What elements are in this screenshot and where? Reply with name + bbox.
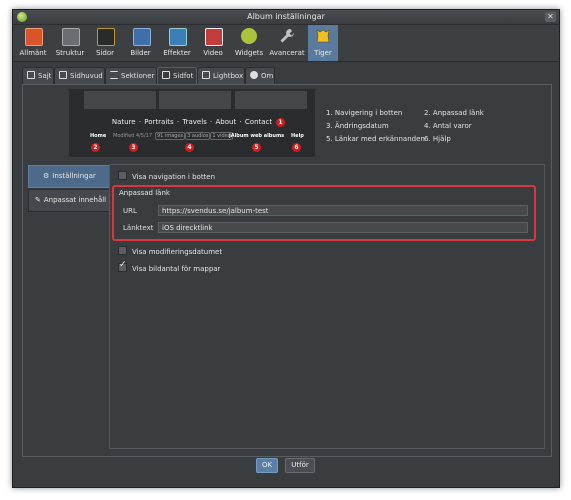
category-toolbar: Allmänt Struktur Sidor Bilder Effekter V… — [13, 25, 559, 62]
badge-4: 4 — [185, 143, 194, 152]
badge-5: 5 — [252, 143, 261, 152]
close-button[interactable]: ✕ — [545, 12, 556, 22]
url-label: URL — [123, 207, 137, 215]
structure-icon — [62, 28, 80, 46]
show-nav-checkbox[interactable]: Visa navigation i botten — [118, 171, 215, 181]
pages-icon — [97, 28, 115, 46]
images-icon — [132, 28, 151, 46]
close-icon: ✕ — [547, 12, 554, 21]
legend-item: 6. Hjälp — [424, 135, 451, 143]
toolbar-item-widgets[interactable]: Widgets — [231, 25, 267, 61]
badge-1: 1 — [276, 118, 285, 127]
legend-item: 3. Ändringsdatum — [326, 122, 389, 130]
tab-sektioner[interactable]: Sektioner — [105, 67, 157, 85]
video-icon — [205, 28, 223, 46]
tab-om[interactable]: Om — [245, 67, 275, 85]
tab-sidfot[interactable]: Sidfot — [157, 67, 197, 85]
gear-icon: ⚙ — [43, 172, 50, 180]
footer-icon — [162, 71, 170, 79]
toolbar-item-video[interactable]: Video — [198, 25, 228, 61]
lightbox-icon — [202, 71, 210, 79]
general-icon — [25, 28, 43, 46]
preview-block — [159, 91, 231, 109]
badge-6: 6 — [292, 143, 301, 152]
wrench-icon — [279, 28, 295, 44]
list-icon — [110, 71, 118, 79]
toolbar-item-allmant[interactable]: Allmänt — [15, 25, 51, 61]
ok-button[interactable]: OK — [256, 458, 278, 473]
legend-item: 1. Navigering i botten — [326, 109, 403, 117]
toolbar-item-tiger[interactable]: Tiger — [308, 25, 338, 61]
preview-block — [235, 91, 307, 109]
apply-button[interactable]: Utför — [285, 458, 315, 473]
info-icon — [250, 71, 258, 79]
toolbar-item-sidor[interactable]: Sidor — [90, 25, 120, 61]
header-icon — [59, 71, 67, 79]
legend-item: 4. Antal varor — [424, 122, 472, 130]
site-icon — [27, 71, 35, 79]
url-field[interactable]: https://svendus.se/jalbum-test — [158, 205, 528, 216]
effects-icon — [169, 28, 187, 46]
title-bar: Album inställningar ✕ — [13, 10, 559, 25]
preview-block — [84, 91, 156, 109]
tab-sidhuvud[interactable]: Sidhuvud — [54, 67, 105, 85]
legend-item: 5. Länkar med erkännanden — [326, 135, 425, 143]
group-title: Anpassad länk — [119, 189, 170, 197]
show-counts-checkbox[interactable]: Visa bildantal för mappar — [118, 260, 220, 273]
tab-sajt[interactable]: Sajt — [22, 67, 54, 85]
badge-3: 3 — [129, 143, 138, 152]
show-modified-checkbox[interactable]: Visa modifieringsdatumet — [118, 246, 222, 256]
checkbox-checked[interactable] — [118, 260, 127, 272]
toolbar-item-struktur[interactable]: Struktur — [51, 25, 89, 61]
legend-item: 2. Anpassad länk — [424, 109, 484, 117]
toolbar-item-effekter[interactable]: Effekter — [158, 25, 196, 61]
checkbox[interactable] — [118, 171, 127, 180]
checkbox[interactable] — [118, 246, 127, 255]
toolbar-item-bilder[interactable]: Bilder — [124, 25, 157, 61]
badge-2: 2 — [91, 143, 100, 152]
link-text-field[interactable]: iOS direcktlink — [158, 222, 528, 233]
tab-lightbox[interactable]: Lightbox — [197, 67, 245, 85]
toolbar-item-avancerat[interactable]: Avancerat — [267, 25, 307, 61]
tiger-icon — [315, 28, 331, 44]
footer-preview: Nature · Portraits · Travels · About · C… — [69, 89, 315, 157]
edit-icon: ✎ — [35, 196, 41, 204]
custom-link-group: Anpassad länk URL https://svendus.se/jal… — [112, 185, 536, 241]
sidetab-installningar[interactable]: ⚙ Inställningar — [28, 165, 110, 188]
widgets-icon — [241, 28, 257, 44]
sidetab-anpassat-innehall[interactable]: ✎ Anpassat innehåll — [28, 189, 110, 212]
link-text-label: Länktext — [123, 224, 154, 232]
window-title: Album inställningar — [247, 12, 325, 21]
